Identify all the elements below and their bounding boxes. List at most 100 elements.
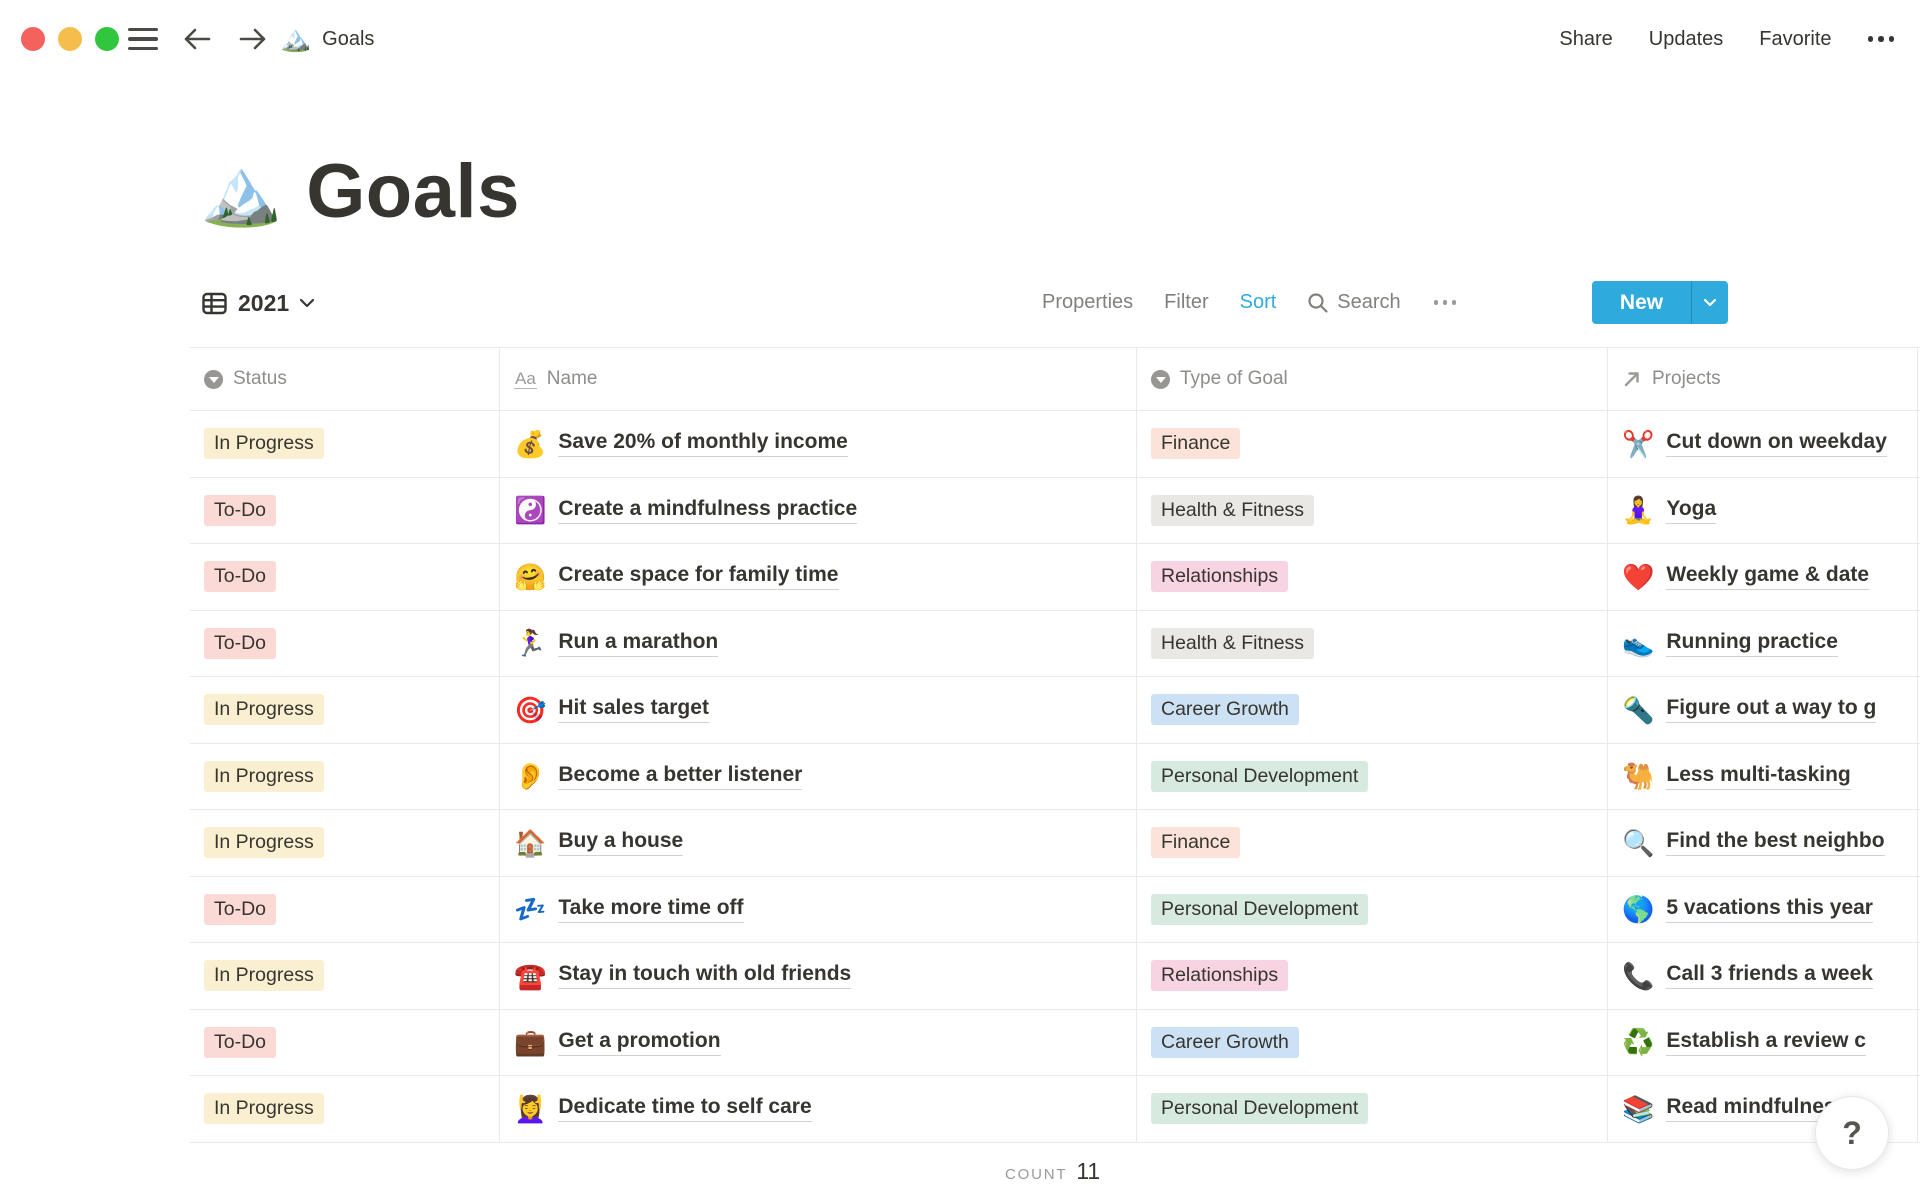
- status-cell[interactable]: To-Do: [190, 544, 500, 610]
- status-cell[interactable]: In Progress: [190, 411, 500, 477]
- page-title[interactable]: Goals: [306, 148, 520, 235]
- type-of-goal-badge: Relationships: [1151, 561, 1289, 593]
- name-cell[interactable]: 💆‍♀️ Dedicate time to self care: [500, 1076, 1137, 1142]
- project-page-link[interactable]: Call 3 friends a week: [1666, 962, 1873, 990]
- type-of-goal-cell[interactable]: Finance: [1137, 810, 1608, 876]
- name-cell[interactable]: 💼 Get a promotion: [500, 1009, 1137, 1075]
- projects-cell[interactable]: 👟 Running practice: [1608, 610, 1918, 676]
- name-cell[interactable]: 🏠 Buy a house: [500, 810, 1137, 876]
- favorite-button[interactable]: Favorite: [1759, 28, 1831, 51]
- goal-page-link[interactable]: Buy a house: [558, 829, 684, 857]
- share-button[interactable]: Share: [1559, 28, 1612, 51]
- goal-page-link[interactable]: Dedicate time to self care: [558, 1095, 812, 1123]
- name-cell[interactable]: 👂 Become a better listener: [500, 743, 1137, 809]
- sort-button[interactable]: Sort: [1240, 291, 1277, 314]
- projects-cell[interactable]: ♻️ Establish a review c: [1608, 1009, 1918, 1075]
- goal-page-link[interactable]: Create a mindfulness practice: [558, 497, 858, 524]
- name-cell[interactable]: 💤 Take more time off: [500, 876, 1137, 942]
- column-header-status[interactable]: Status: [190, 348, 500, 410]
- projects-cell[interactable]: 🔦 Figure out a way to g: [1608, 677, 1918, 743]
- view-options-icon[interactable]: [1432, 300, 1459, 305]
- projects-cell[interactable]: 🧘‍♀️ Yoga: [1608, 477, 1918, 543]
- project-page-link[interactable]: Weekly game & date: [1666, 563, 1870, 591]
- type-of-goal-cell[interactable]: Health & Fitness: [1137, 477, 1608, 543]
- name-cell[interactable]: 🎯 Hit sales target: [500, 677, 1137, 743]
- goal-page-link[interactable]: Create space for family time: [558, 563, 839, 591]
- projects-cell[interactable]: 🔍 Find the best neighbo: [1608, 810, 1918, 876]
- status-cell[interactable]: In Progress: [190, 677, 500, 743]
- project-page-link[interactable]: 5 vacations this year: [1666, 896, 1873, 923]
- type-of-goal-cell[interactable]: Personal Development: [1137, 743, 1608, 809]
- project-page-link[interactable]: Less multi-tasking: [1666, 763, 1851, 790]
- goal-page-link[interactable]: Stay in touch with old friends: [558, 962, 852, 990]
- properties-button[interactable]: Properties: [1042, 291, 1133, 314]
- project-page-link[interactable]: Yoga: [1666, 497, 1717, 524]
- back-arrow-icon[interactable]: [180, 22, 214, 56]
- status-cell[interactable]: To-Do: [190, 610, 500, 676]
- status-cell[interactable]: To-Do: [190, 876, 500, 942]
- goal-page-link[interactable]: Get a promotion: [558, 1029, 721, 1056]
- goal-page-link[interactable]: Take more time off: [558, 896, 744, 923]
- status-cell[interactable]: In Progress: [190, 943, 500, 1009]
- status-cell[interactable]: To-Do: [190, 477, 500, 543]
- type-of-goal-cell[interactable]: Career Growth: [1137, 677, 1608, 743]
- updates-button[interactable]: Updates: [1649, 28, 1724, 51]
- more-options-icon[interactable]: [1867, 36, 1894, 42]
- search-button[interactable]: Search: [1307, 291, 1401, 314]
- close-window-button[interactable]: [21, 27, 45, 51]
- view-switcher[interactable]: 2021: [201, 283, 315, 323]
- sidebar-toggle-icon[interactable]: [128, 24, 158, 55]
- new-button[interactable]: New: [1592, 281, 1728, 324]
- select-property-icon: [204, 369, 223, 389]
- name-cell[interactable]: ☎️ Stay in touch with old friends: [500, 943, 1137, 1009]
- table-row: To-Do 💤 Take more time off Personal Deve…: [190, 876, 1920, 943]
- project-page-link[interactable]: Figure out a way to g: [1666, 696, 1877, 724]
- table-header-row: Status Aa Name Type of Goal Projects: [190, 347, 1920, 411]
- name-cell[interactable]: ☯️ Create a mindfulness practice: [500, 477, 1137, 543]
- projects-cell[interactable]: ✂️ Cut down on weekday: [1608, 411, 1918, 477]
- goal-page-link[interactable]: Become a better listener: [558, 763, 803, 790]
- status-cell[interactable]: In Progress: [190, 743, 500, 809]
- projects-cell[interactable]: ❤️ Weekly game & date: [1608, 544, 1918, 610]
- project-page-link[interactable]: Establish a review c: [1666, 1029, 1866, 1056]
- breadcrumb-page-title[interactable]: Goals: [322, 28, 374, 51]
- type-of-goal-badge: Health & Fitness: [1151, 494, 1315, 526]
- column-header-projects[interactable]: Projects: [1608, 348, 1918, 410]
- table-row: In Progress 💰 Save 20% of monthly income…: [190, 411, 1920, 478]
- table-count[interactable]: COUNT 11: [1005, 1158, 1100, 1185]
- minimize-window-button[interactable]: [58, 27, 82, 51]
- type-of-goal-cell[interactable]: Finance: [1137, 411, 1608, 477]
- page-icon-mountain[interactable]: 🏔️: [200, 158, 282, 224]
- window-topbar: 🏔️ Goals Share Updates Favorite: [0, 0, 1920, 78]
- name-cell[interactable]: 💰 Save 20% of monthly income: [500, 411, 1137, 477]
- name-cell[interactable]: 🤗 Create space for family time: [500, 544, 1137, 610]
- project-page-link[interactable]: Running practice: [1666, 630, 1838, 657]
- column-header-type-of-goal[interactable]: Type of Goal: [1137, 348, 1608, 410]
- projects-cell[interactable]: 🌎 5 vacations this year: [1608, 876, 1918, 942]
- project-page-link[interactable]: Cut down on weekday: [1666, 430, 1887, 458]
- forward-arrow-icon[interactable]: [236, 22, 270, 56]
- column-header-name[interactable]: Aa Name: [500, 348, 1137, 410]
- name-cell[interactable]: 🏃‍♀️ Run a marathon: [500, 610, 1137, 676]
- type-of-goal-cell[interactable]: Relationships: [1137, 943, 1608, 1009]
- status-cell[interactable]: To-Do: [190, 1009, 500, 1075]
- type-of-goal-cell[interactable]: Personal Development: [1137, 876, 1608, 942]
- notion-window: 🏔️ Goals Share Updates Favorite 🏔️ Goals…: [0, 0, 1920, 1200]
- filter-button[interactable]: Filter: [1164, 291, 1208, 314]
- type-of-goal-badge: Relationships: [1151, 960, 1289, 992]
- goal-page-link[interactable]: Run a marathon: [558, 630, 719, 657]
- status-cell[interactable]: In Progress: [190, 1076, 500, 1142]
- type-of-goal-cell[interactable]: Relationships: [1137, 544, 1608, 610]
- type-of-goal-cell[interactable]: Career Growth: [1137, 1009, 1608, 1075]
- type-of-goal-cell[interactable]: Personal Development: [1137, 1076, 1608, 1142]
- projects-cell[interactable]: 🐫 Less multi-tasking: [1608, 743, 1918, 809]
- help-button[interactable]: ?: [1815, 1096, 1889, 1170]
- goal-page-link[interactable]: Save 20% of monthly income: [558, 430, 848, 458]
- zoom-window-button[interactable]: [95, 27, 119, 51]
- projects-cell[interactable]: 📞 Call 3 friends a week: [1608, 943, 1918, 1009]
- new-button-chevron-icon[interactable]: [1692, 298, 1728, 307]
- goal-page-link[interactable]: Hit sales target: [558, 696, 709, 724]
- project-page-link[interactable]: Find the best neighbo: [1666, 829, 1885, 857]
- status-cell[interactable]: In Progress: [190, 810, 500, 876]
- type-of-goal-cell[interactable]: Health & Fitness: [1137, 610, 1608, 676]
